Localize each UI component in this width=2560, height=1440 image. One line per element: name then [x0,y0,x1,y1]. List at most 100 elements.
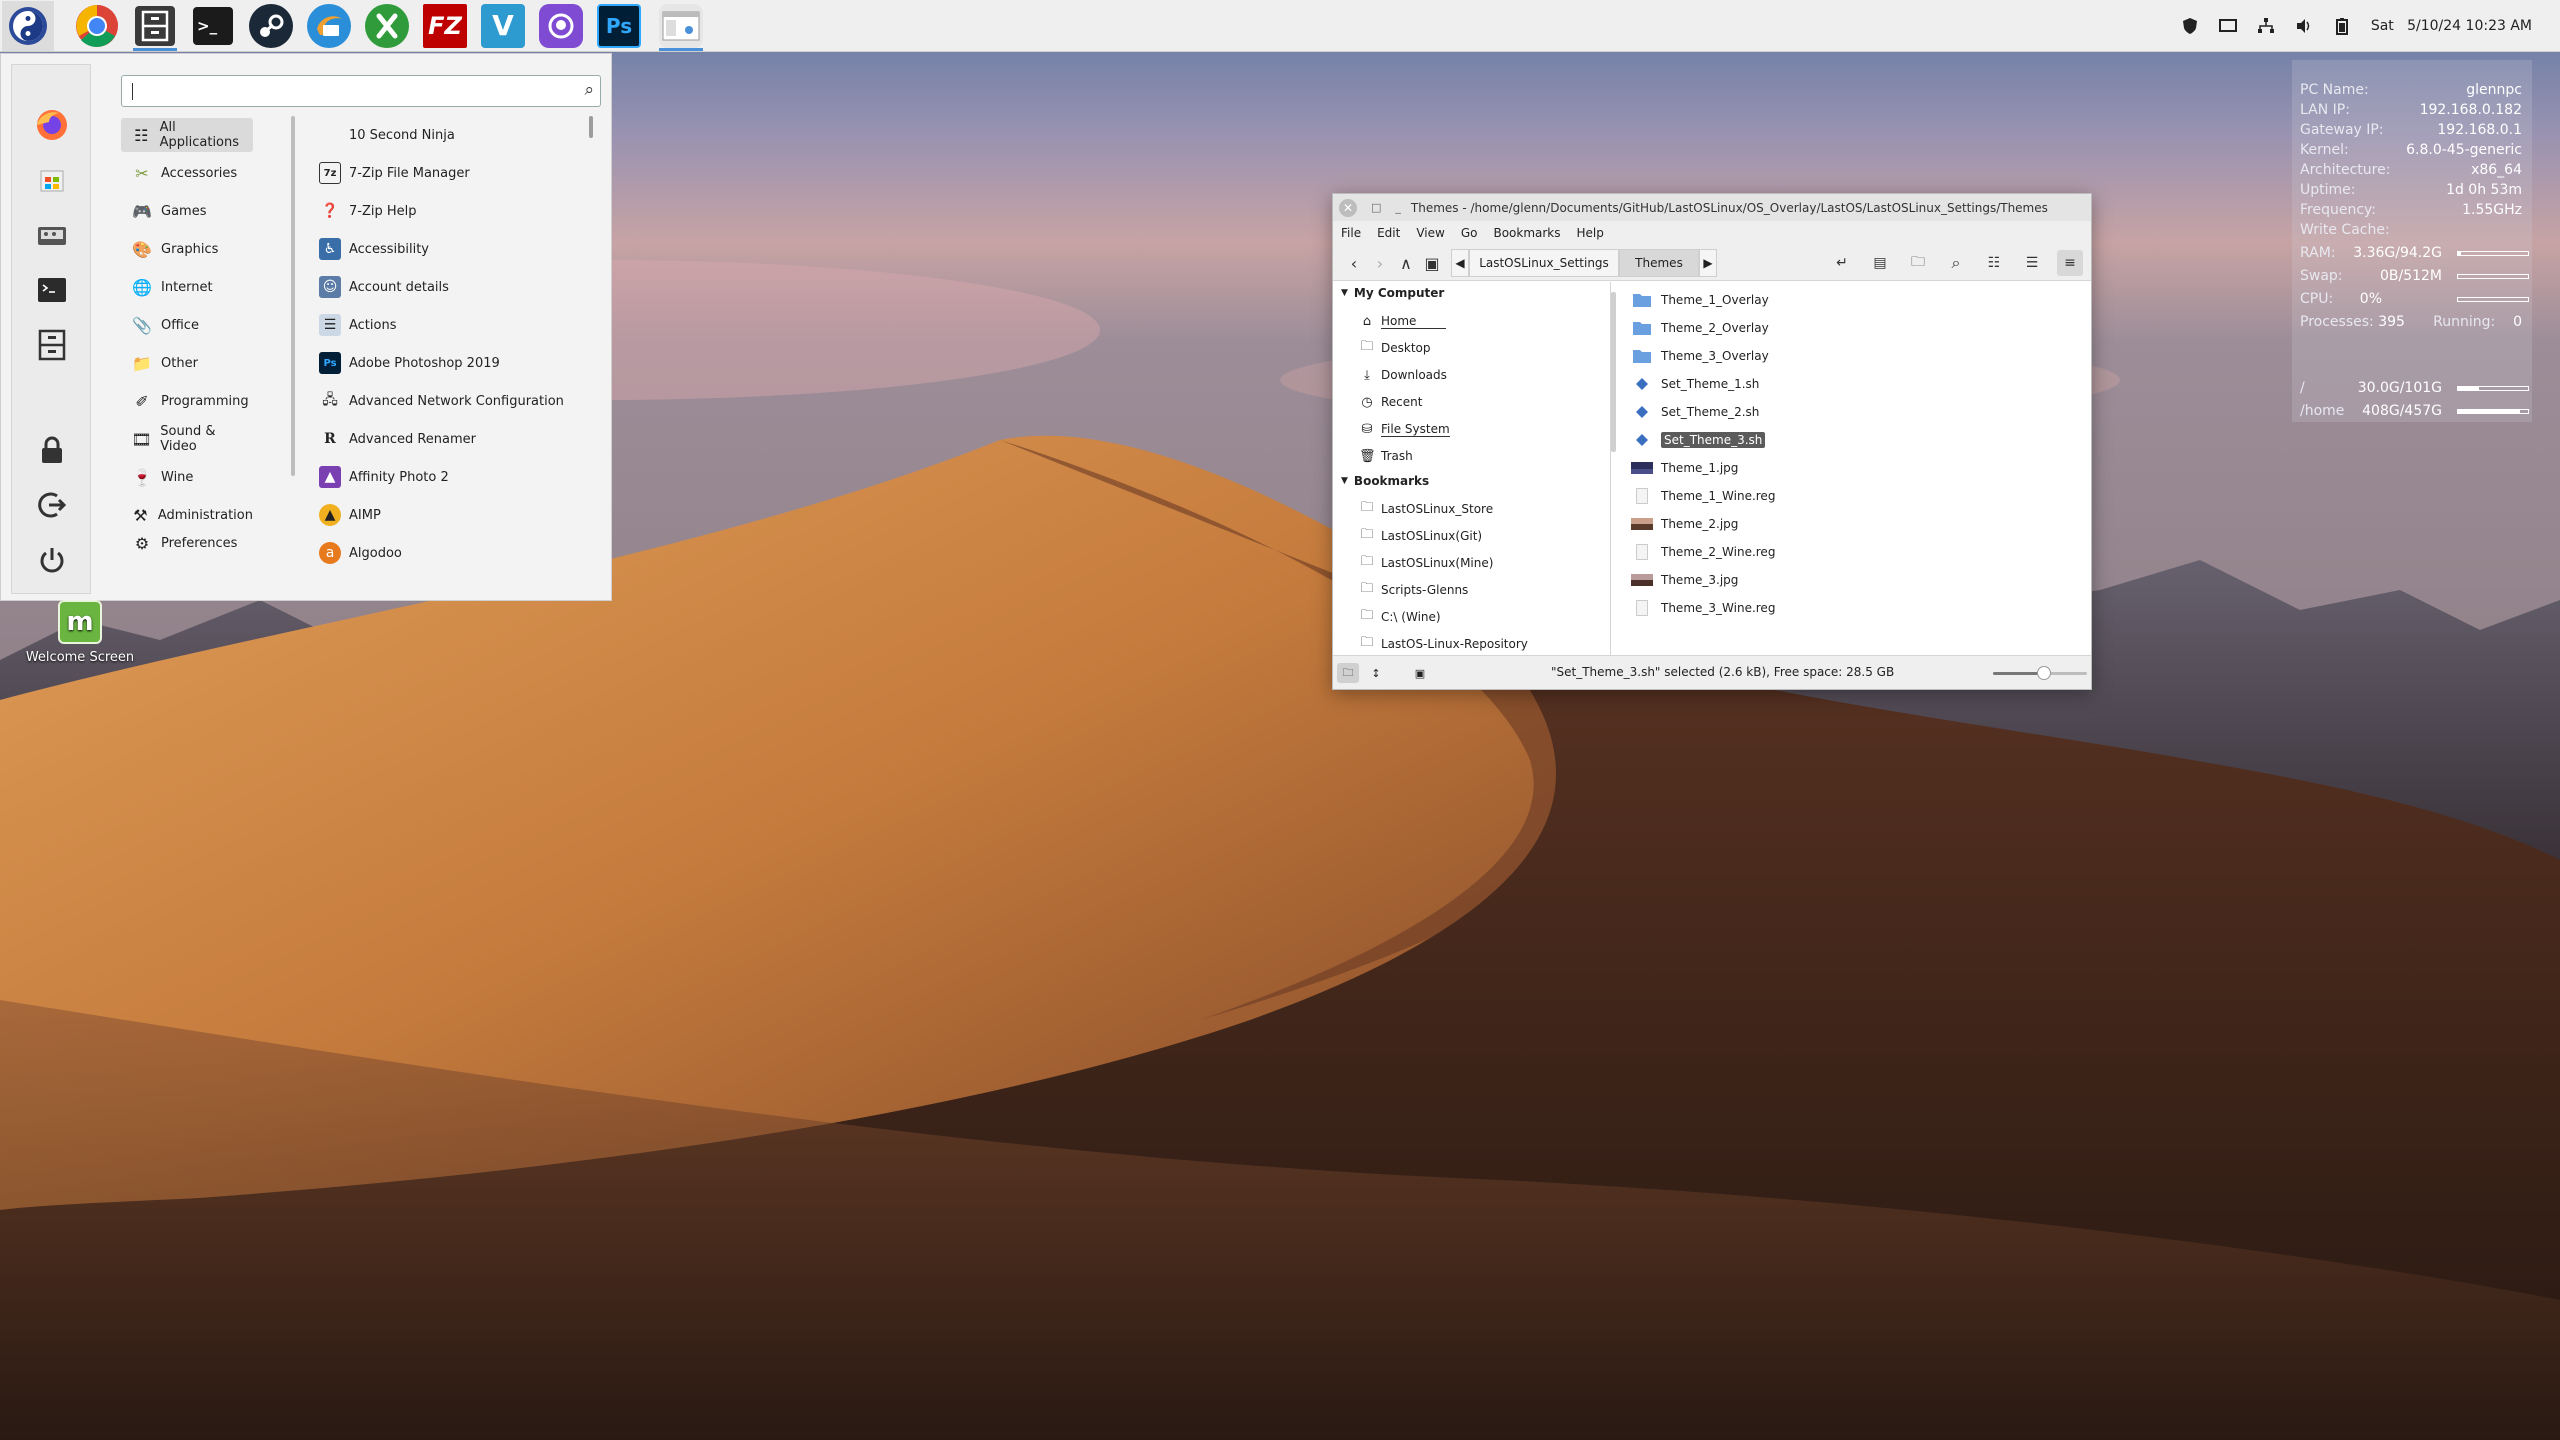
category-programming[interactable]: ✐ Programming [121,384,253,418]
sidebar-item-trash[interactable]: 🗑 Trash [1359,443,1413,469]
title-bar[interactable]: ✕ □ _ Themes - /home/glenn/Documents/Git… [1333,194,2091,221]
category-graphics[interactable]: 🎨 Graphics [121,232,253,266]
file-item[interactable]: Theme_3.jpg [1631,567,1738,593]
file-manager-launcher[interactable] [130,1,180,51]
chrome-launcher[interactable] [72,1,122,51]
up-icon[interactable]: ∧ [1393,250,1419,276]
list-view-icon[interactable]: ☰ [2019,250,2045,276]
file-item[interactable]: Theme_2.jpg [1631,511,1738,537]
breadcrumb-item[interactable]: LastOSLinux_Settings [1469,249,1619,277]
bookmarks-header[interactable]: ▼ Bookmarks [1341,474,1429,488]
thunderbird-launcher[interactable] [304,1,354,51]
power-icon[interactable] [27,535,77,585]
category-sound-video[interactable]: 🎞 Sound & Video [121,422,253,456]
lock-icon[interactable] [27,425,77,475]
file-item[interactable]: Theme_3_Overlay [1631,343,1769,369]
category-other[interactable]: 📁 Other [121,346,253,380]
app-item[interactable]: ☰ Actions [319,308,397,342]
my-computer-header[interactable]: ▼ My Computer [1341,286,1444,300]
file-item[interactable]: Theme_2_Wine.reg [1631,539,1775,565]
menu-go[interactable]: Go [1461,226,1478,240]
file-item-selected[interactable]: Set_Theme_3.sh [1631,427,1766,453]
sidebar-bookmark[interactable]: 🗀 LastOSLinux(Git) [1359,523,1482,549]
terminal-icon[interactable] [27,265,77,315]
forward-icon[interactable]: › [1367,250,1393,276]
computer-icon[interactable]: ▣ [1419,250,1445,276]
shield-icon[interactable] [2181,17,2199,35]
category-all-applications[interactable]: ☷ All Applications [121,118,253,152]
breadcrumb-right-arrow[interactable]: ▶ [1699,249,1717,277]
system-settings-icon[interactable] [27,210,77,260]
battery-icon[interactable] [2333,17,2351,35]
xbox-launcher[interactable] [362,1,412,51]
menu-view[interactable]: View [1416,226,1444,240]
show-treeview-icon[interactable]: ↕ [1365,663,1387,683]
sidebar-scrollbar[interactable] [1611,292,1616,452]
terminal-icon[interactable]: ▤ [1867,250,1893,276]
minimize-icon[interactable]: _ [1395,201,1401,214]
app-item[interactable]: ♿ Accessibility [319,232,429,266]
firefox-icon[interactable] [27,100,77,150]
file-item[interactable]: Set_Theme_1.sh [1631,371,1759,397]
menu-bookmarks[interactable]: Bookmarks [1493,226,1560,240]
file-item[interactable]: Theme_1.jpg [1631,455,1738,481]
category-accessories[interactable]: ✂ Accessories [121,156,253,190]
category-internet[interactable]: 🌐 Internet [121,270,253,304]
file-item[interactable]: Set_Theme_2.sh [1631,399,1759,425]
filezilla-launcher[interactable]: FZ [420,1,470,51]
sidebar-item-file-system[interactable]: ⛁ File System [1359,416,1450,442]
hide-sidebar-icon[interactable]: ▣ [1409,663,1431,683]
app-item[interactable]: ☺ Account details [319,270,449,304]
sidebar-item-home[interactable]: ⌂ Home [1359,308,1447,334]
sidebar-item-downloads[interactable]: ⤓ Downloads [1359,362,1447,388]
github-launcher[interactable] [536,1,586,51]
app-item[interactable]: ❓ 7-Zip Help [319,194,416,228]
file-item[interactable]: Theme_1_Overlay [1631,287,1769,313]
close-icon[interactable]: ✕ [1339,198,1357,217]
software-store-icon[interactable] [27,155,77,205]
back-icon[interactable]: ‹ [1341,250,1367,276]
app-item[interactable]: 10 Second Ninja [319,118,455,152]
terminal-launcher[interactable]: >_ [188,1,238,51]
network-icon[interactable] [2257,17,2275,35]
sidebar-bookmark[interactable]: 🗀 Scripts-Glenns [1359,577,1468,603]
sidebar-bookmark[interactable]: 🗀 LastOSLinux_Store [1359,496,1493,522]
breadcrumb-item-active[interactable]: Themes [1619,249,1699,277]
file-item[interactable]: Theme_3_Wine.reg [1631,595,1775,621]
menu-button[interactable] [2,0,54,51]
search-icon[interactable]: ⌕ [1943,250,1969,276]
app-item[interactable]: 🖧 Advanced Network Configuration [319,384,564,418]
new-folder-icon[interactable]: 🗀 [1905,250,1931,276]
steam-launcher[interactable] [246,1,296,51]
category-scrollbar[interactable] [291,116,295,476]
sidebar-bookmark[interactable]: 🗀 LastOS-Linux-Repository [1359,631,1527,656]
app-item[interactable]: a Algodoo [319,536,402,570]
clock[interactable]: Sat 5/10/24 10:23 AM [2371,18,2532,34]
maximize-icon[interactable]: □ [1371,201,1381,214]
category-preferences[interactable]: ⚙ Preferences [121,536,253,550]
category-games[interactable]: 🎮 Games [121,194,253,228]
file-item[interactable]: Theme_2_Overlay [1631,315,1769,341]
sidebar-bookmark[interactable]: 🗀 C:\ (Wine) [1359,604,1440,630]
search-input[interactable]: ⌕ [121,75,601,107]
search-icon[interactable]: ⌕ [584,80,594,100]
category-office[interactable]: 📎 Office [121,308,253,342]
category-wine[interactable]: 🍷 Wine [121,460,253,494]
welcome-screen-shortcut[interactable]: m Welcome Screen [20,600,140,665]
zoom-slider[interactable] [1993,666,2087,680]
show-places-icon[interactable]: 🗀 [1337,663,1359,683]
open-terminal-icon[interactable]: ↵ [1829,250,1855,276]
display-icon[interactable] [2218,17,2237,35]
app-item[interactable]: Ps Adobe Photoshop 2019 [319,346,500,380]
window-list-file-manager[interactable] [656,1,706,51]
app-item[interactable]: 7z 7-Zip File Manager [319,156,470,190]
file-cabinet-icon[interactable] [27,320,77,370]
sidebar-item-recent[interactable]: ◷ Recent [1359,389,1422,415]
icon-view-icon[interactable]: ☷ [1981,250,2007,276]
vs-launcher[interactable]: V [478,1,528,51]
breadcrumb-left-arrow[interactable]: ◀ [1451,249,1469,277]
volume-icon[interactable] [2295,17,2313,35]
menu-file[interactable]: File [1341,226,1361,240]
menu-edit[interactable]: Edit [1377,226,1400,240]
category-administration[interactable]: ⚒ Administration [121,498,253,532]
